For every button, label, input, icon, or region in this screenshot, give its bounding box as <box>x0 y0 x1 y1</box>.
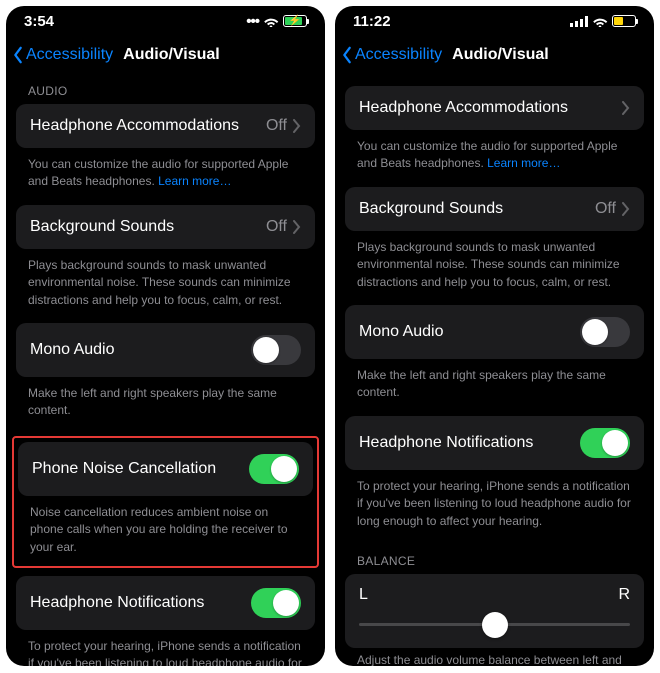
row-label: Headphone Accommodations <box>30 117 239 135</box>
headphone-notifications-toggle[interactable] <box>580 428 630 458</box>
headphone-notifications-row: Headphone Notifications <box>345 416 644 470</box>
balance-slider-thumb[interactable] <box>482 612 508 638</box>
back-label: Accessibility <box>355 46 442 64</box>
status-bar: 11:22 <box>335 6 654 36</box>
row-label: Mono Audio <box>359 323 444 341</box>
mono-audio-toggle[interactable] <box>251 335 301 365</box>
phone-noise-cancellation-row: Phone Noise Cancellation <box>18 442 313 496</box>
nav-bar: Accessibility Audio/Visual <box>6 36 325 74</box>
chevron-right-icon <box>622 202 630 216</box>
battery-icon: ⚡ <box>283 15 307 27</box>
row-label: Headphone Notifications <box>359 434 533 452</box>
chevron-right-icon <box>293 119 301 133</box>
back-button[interactable]: Accessibility <box>341 46 442 64</box>
back-button[interactable]: Accessibility <box>12 46 113 64</box>
ha-footer: You can customize the audio for supporte… <box>16 152 315 205</box>
headphone-accommodations-row[interactable]: Headphone Accommodations Off <box>16 104 315 148</box>
background-sounds-row[interactable]: Background Sounds Off <box>16 205 315 249</box>
mono-audio-row: Mono Audio <box>16 323 315 377</box>
phone-noise-toggle[interactable] <box>249 454 299 484</box>
screenshot-right: 11:22 Accessibility Audio/Visual Headpho… <box>335 6 654 666</box>
wifi-icon <box>263 15 279 27</box>
carrier-dots-icon: ••• <box>246 13 259 30</box>
mono-footer: Make the left and right speakers play th… <box>16 381 315 434</box>
wifi-icon <box>592 15 608 27</box>
highlighted-phone-noise-group: Phone Noise Cancellation Noise cancellat… <box>12 436 319 568</box>
headphone-notifications-row: Headphone Notifications <box>16 576 315 630</box>
mono-audio-toggle[interactable] <box>580 317 630 347</box>
mono-audio-row: Mono Audio <box>345 305 644 359</box>
hn-footer: To protect your hearing, iPhone sends a … <box>345 474 644 544</box>
nav-title: Audio/Visual <box>452 46 549 64</box>
status-time: 3:54 <box>24 13 54 30</box>
row-label: Phone Noise Cancellation <box>32 460 216 478</box>
row-label: Mono Audio <box>30 341 115 359</box>
chevron-right-icon <box>293 220 301 234</box>
settings-list[interactable]: Headphone Accommodations You can customi… <box>335 74 654 666</box>
balance-left-label: L <box>359 586 368 604</box>
row-label: Headphone Notifications <box>30 594 204 612</box>
ha-footer: You can customize the audio for supporte… <box>345 134 644 187</box>
headphone-notifications-toggle[interactable] <box>251 588 301 618</box>
nav-title: Audio/Visual <box>123 46 220 64</box>
pn-footer: Noise cancellation reduces ambient noise… <box>18 500 313 562</box>
chevron-left-icon <box>12 46 24 64</box>
learn-more-link[interactable]: Learn more… <box>158 174 231 188</box>
status-icons <box>570 15 636 27</box>
settings-list[interactable]: AUDIO Headphone Accommodations Off You c… <box>6 74 325 666</box>
status-icons: ••• ⚡ <box>246 13 307 30</box>
row-value: Off <box>266 117 287 135</box>
background-sounds-row[interactable]: Background Sounds Off <box>345 187 644 231</box>
screenshot-left: 3:54 ••• ⚡ Accessibility Audio/Visual AU… <box>6 6 325 666</box>
back-label: Accessibility <box>26 46 113 64</box>
chevron-right-icon <box>622 101 630 115</box>
battery-icon <box>612 15 636 27</box>
headphone-accommodations-row[interactable]: Headphone Accommodations <box>345 86 644 130</box>
row-value: Off <box>266 218 287 236</box>
chevron-left-icon <box>341 46 353 64</box>
row-label: Background Sounds <box>359 200 503 218</box>
section-header-balance: BALANCE <box>345 544 644 574</box>
section-header-audio: AUDIO <box>16 74 315 104</box>
bs-footer: Plays background sounds to mask unwanted… <box>16 253 315 323</box>
row-label: Headphone Accommodations <box>359 99 568 117</box>
status-bar: 3:54 ••• ⚡ <box>6 6 325 36</box>
balance-footer: Adjust the audio volume balance between … <box>345 648 644 666</box>
bs-footer: Plays background sounds to mask unwanted… <box>345 235 644 305</box>
row-label: Background Sounds <box>30 218 174 236</box>
balance-row: L R <box>345 574 644 648</box>
cellular-signal-icon <box>570 16 588 27</box>
nav-bar: Accessibility Audio/Visual <box>335 36 654 74</box>
balance-slider[interactable] <box>359 610 630 640</box>
learn-more-link[interactable]: Learn more… <box>487 156 560 170</box>
mono-footer: Make the left and right speakers play th… <box>345 363 644 416</box>
hn-footer: To protect your hearing, iPhone sends a … <box>16 634 315 666</box>
row-value: Off <box>595 200 616 218</box>
balance-right-label: R <box>618 586 630 604</box>
status-time: 11:22 <box>353 13 391 30</box>
